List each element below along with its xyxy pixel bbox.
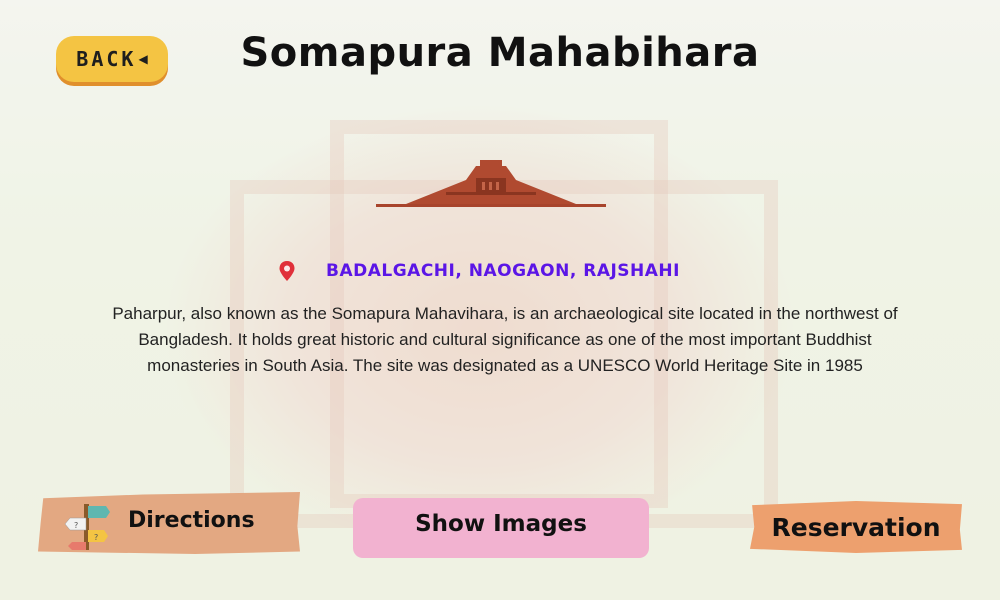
site-description: Paharpur, also known as the Somapura Mah… [112,304,898,375]
page-title: Somapura Mahabihara [240,30,760,76]
show-images-button[interactable]: Show Images [353,498,649,558]
signpost-icon: ? ? [64,504,110,550]
show-images-label: Show Images [415,511,587,537]
reservation-label: Reservation [771,512,941,542]
location-row: BADALGACHI, NAOGAON, RAJSHAHI [278,258,680,284]
reservation-button[interactable]: Reservation [750,501,962,553]
directions-button[interactable]: ? ? Directions [38,492,300,554]
svg-text:?: ? [74,521,78,530]
location-text: BADALGACHI, NAOGAON, RAJSHAHI [326,261,680,281]
svg-text:?: ? [94,533,98,542]
directions-label: Directions [128,508,255,533]
map-pin-icon [279,261,295,281]
temple-icon [376,160,606,207]
